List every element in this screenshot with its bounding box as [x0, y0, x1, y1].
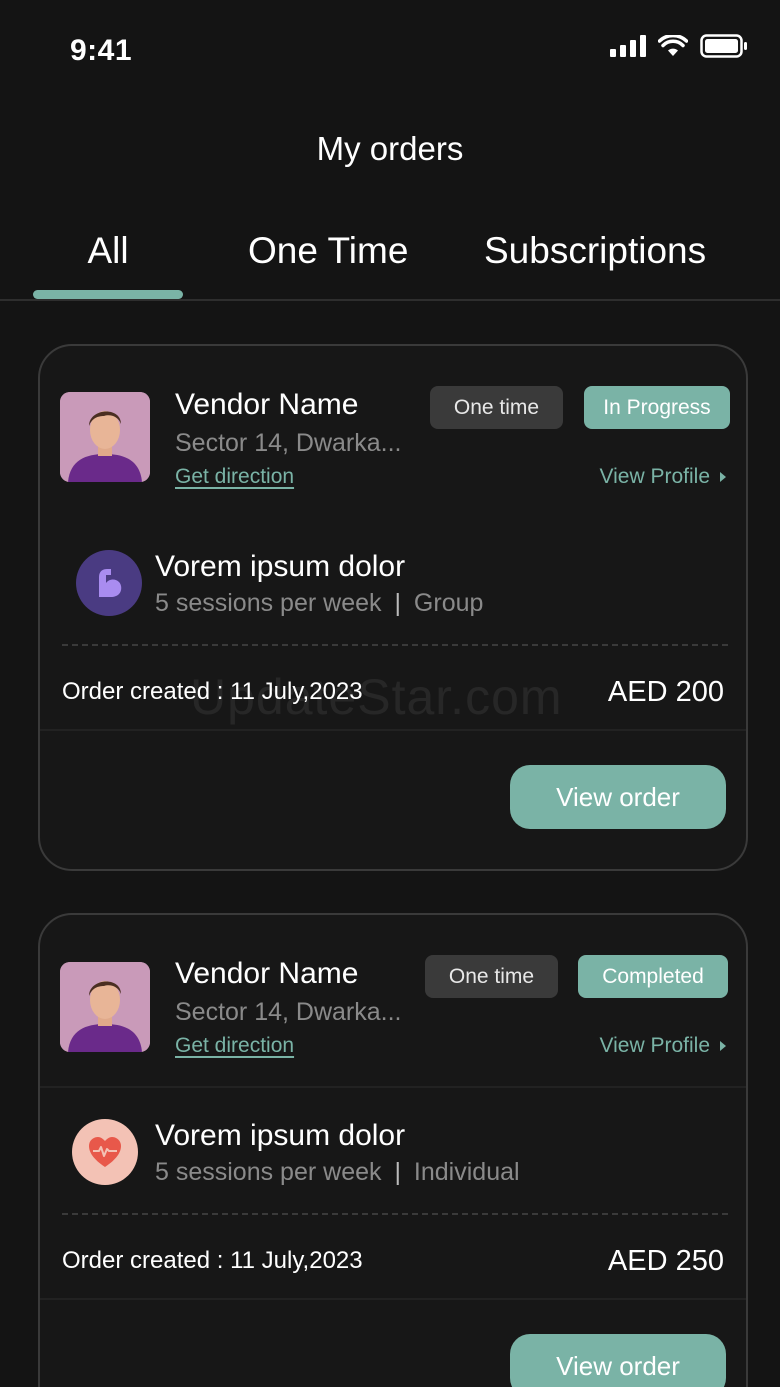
order-card: Vendor Name Sector 14, Dwarka... Get dir…: [38, 344, 748, 871]
page-title: My orders: [316, 130, 464, 167]
dashed-divider: [62, 644, 728, 646]
order-card: Vendor Name Sector 14, Dwarka... Get dir…: [38, 913, 748, 1387]
view-profile-link[interactable]: View Profile: [599, 465, 726, 489]
tabs-divider: [0, 299, 780, 301]
status-badge: In Progress: [584, 386, 730, 429]
service-kind: Individual: [413, 1158, 520, 1186]
vendor-avatar[interactable]: [60, 962, 150, 1052]
vendor-name: Vendor Name: [175, 388, 359, 421]
card-divider: [40, 729, 746, 731]
order-created-date: Order created : 11 July,2023: [62, 1247, 363, 1274]
view-order-button[interactable]: View order: [510, 765, 726, 829]
service-kind: Group: [413, 589, 484, 617]
service-title: Vorem ipsum dolor: [155, 550, 406, 583]
service-meta: 5 sessions per week | Group: [155, 589, 483, 618]
tab-subscriptions[interactable]: Subscriptions: [484, 230, 706, 272]
status-time: 9:41: [70, 34, 133, 67]
screen: 9:41 My orders All One Time Subscription…: [0, 0, 780, 1387]
service-frequency: 5 sessions per week: [155, 1158, 382, 1186]
caret-right-icon: [720, 472, 726, 482]
vendor-address: Sector 14, Dwarka...: [175, 998, 402, 1026]
dashed-divider: [62, 1213, 728, 1215]
muscle-icon: [76, 550, 142, 616]
view-profile-label: View Profile: [599, 1034, 711, 1057]
tab-all[interactable]: All: [33, 230, 183, 272]
view-profile-label: View Profile: [599, 465, 711, 488]
order-created-date: Order created : 11 July,2023: [62, 678, 363, 705]
vendor-name: Vendor Name: [175, 957, 359, 990]
service-title: Vorem ipsum dolor: [155, 1119, 406, 1152]
order-price: AED 200: [607, 676, 724, 708]
battery-icon: [700, 34, 747, 58]
active-tab-indicator: [33, 290, 183, 299]
order-type-badge: One time: [425, 955, 558, 998]
get-direction-link[interactable]: Get direction: [175, 1034, 294, 1058]
vendor-avatar[interactable]: [60, 392, 150, 482]
status-icons: [610, 34, 748, 58]
view-profile-link[interactable]: View Profile: [599, 1034, 726, 1058]
heartbeat-icon: [72, 1119, 138, 1185]
wifi-icon: [658, 35, 688, 56]
tab-bar: All One Time Subscriptions: [0, 230, 780, 300]
order-price: AED 250: [607, 1245, 724, 1277]
service-frequency: 5 sessions per week: [155, 589, 382, 617]
service-separator: |: [394, 589, 401, 617]
status-badge: Completed: [578, 955, 728, 998]
cellular-signal-icon: [610, 35, 646, 57]
tab-one-time[interactable]: One Time: [248, 230, 408, 272]
card-divider: [40, 1086, 746, 1088]
vendor-address: Sector 14, Dwarka...: [175, 429, 402, 457]
service-separator: |: [394, 1158, 401, 1186]
card-divider: [40, 1298, 746, 1300]
view-order-button[interactable]: View order: [510, 1334, 726, 1387]
order-type-badge: One time: [430, 386, 563, 429]
service-meta: 5 sessions per week | Individual: [155, 1158, 520, 1187]
get-direction-link[interactable]: Get direction: [175, 465, 294, 489]
caret-right-icon: [720, 1041, 726, 1051]
